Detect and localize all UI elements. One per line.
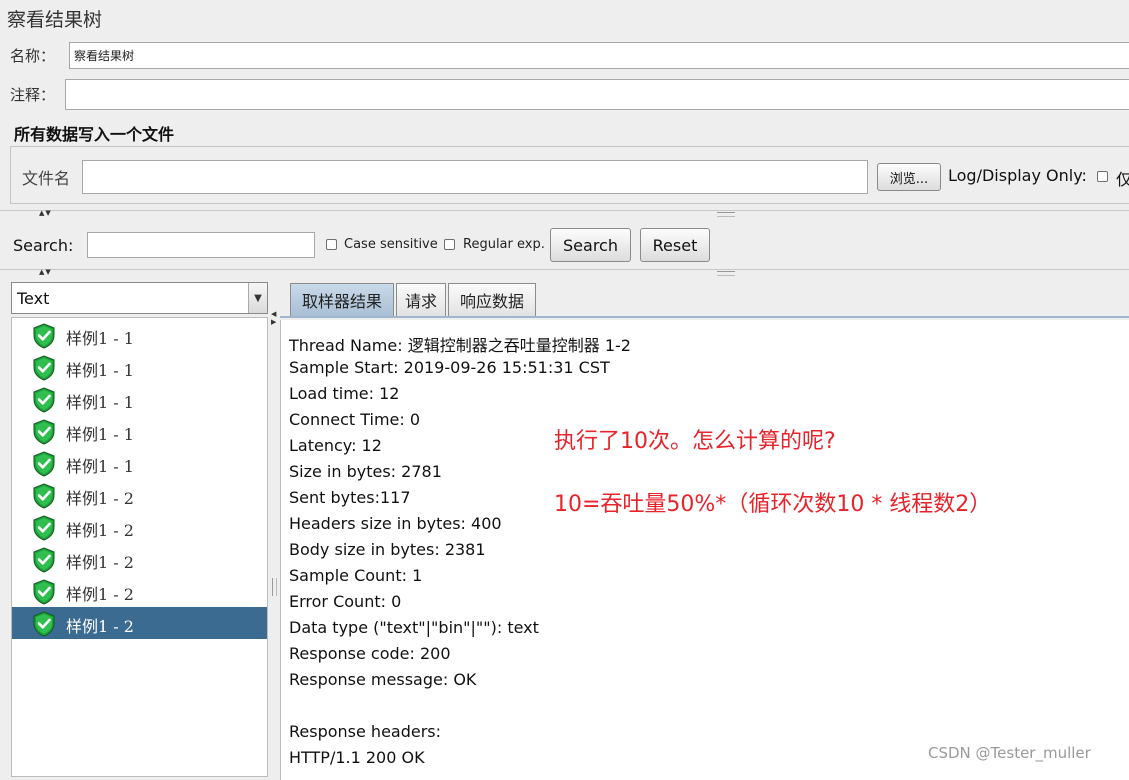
tree-item[interactable]: 样例1 - 1	[12, 415, 267, 447]
thread-name-value: 逻辑控制器之吞吐量控制器	[407, 336, 600, 355]
split-grip-icon-2[interactable]	[717, 271, 735, 276]
tree-item[interactable]: 样例1 - 1	[12, 319, 267, 351]
tree-item[interactable]: 样例1 - 2	[12, 543, 267, 575]
result-line: Response message: OK	[289, 670, 477, 689]
comment-input[interactable]	[65, 79, 1129, 110]
comment-label: 注释：	[10, 86, 56, 104]
only-label: 仅	[1116, 170, 1129, 189]
tree-item-label: 样例1 - 1	[66, 329, 134, 348]
tree-item-label: 样例1 - 2	[66, 585, 134, 604]
result-line: Sent bytes:117	[289, 488, 411, 507]
file-section-title: 所有数据写入一个文件	[14, 125, 175, 144]
result-line: Connect Time: 0	[289, 410, 421, 429]
split-arrows-icon-2[interactable]: ▲▼	[39, 268, 52, 276]
vertical-splitter[interactable]	[268, 300, 278, 780]
result-line: Headers size in bytes: 400	[289, 514, 502, 533]
tab-response-data[interactable]: 响应数据	[448, 283, 536, 316]
watermark: CSDN @Tester_muller	[928, 744, 1091, 762]
success-shield-icon	[33, 579, 55, 605]
split-divider	[0, 210, 1129, 211]
only-checkbox[interactable]	[1097, 171, 1108, 182]
success-shield-icon	[33, 323, 55, 349]
tree-item[interactable]: 样例1 - 1	[12, 383, 267, 415]
renderer-select[interactable]: Text ▼	[11, 282, 268, 314]
tree-item[interactable]: 样例1 - 2	[12, 511, 267, 543]
browse-button[interactable]: 浏览...	[877, 163, 941, 191]
search-label: Search:	[13, 236, 74, 255]
tab-underline	[280, 316, 1129, 318]
tree-item-label: 样例1 - 1	[66, 425, 134, 444]
success-shield-icon	[33, 387, 55, 413]
thread-name-suffix: 1-2	[604, 336, 631, 355]
tree-item-label: 样例1 - 1	[66, 457, 134, 476]
split-arrows-icon[interactable]: ▲▼	[39, 209, 52, 217]
split-divider-2	[0, 269, 1129, 270]
annotation-question: 执行了10次。怎么计算的呢?	[554, 429, 836, 454]
result-line: HTTP/1.1 200 OK	[289, 748, 425, 767]
regex-label: Regular exp.	[463, 237, 545, 252]
name-label: 名称：	[10, 47, 56, 65]
result-line: Sample Start: 2019-09-26 15:51:31 CST	[289, 358, 610, 377]
sampler-result-panel[interactable]: Thread Name: 逻辑控制器之吞吐量控制器 1-2 Sample Sta…	[280, 320, 1129, 780]
tab-sampler-result[interactable]: 取样器结果	[290, 283, 394, 316]
success-shield-icon	[33, 483, 55, 509]
tree-item-label: 样例1 - 1	[66, 393, 134, 412]
success-shield-icon	[33, 355, 55, 381]
result-line-thread-name: Thread Name: 逻辑控制器之吞吐量控制器 1-2	[289, 332, 631, 356]
search-input[interactable]	[87, 232, 315, 258]
annotation-formula: 10=吞吐量50%*（循环次数10 * 线程数2）	[554, 492, 992, 517]
tree-item[interactable]: 样例1 - 1	[12, 351, 267, 383]
renderer-selected-value: Text	[17, 289, 50, 308]
vertical-split-grip-icon[interactable]	[272, 578, 277, 596]
result-line: Response code: 200	[289, 644, 451, 663]
chevron-down-icon[interactable]: ▼	[248, 283, 267, 313]
case-sensitive-checkbox[interactable]	[326, 239, 337, 250]
split-grip-icon[interactable]	[717, 212, 735, 217]
result-line: Load time: 12	[289, 384, 400, 403]
log-display-label: Log/Display Only:	[948, 166, 1087, 185]
file-name-input[interactable]	[82, 160, 868, 194]
case-sensitive-label: Case sensitive	[344, 237, 438, 252]
success-shield-icon	[33, 451, 55, 477]
tree-item[interactable]: 样例1 - 2	[12, 607, 267, 639]
result-line: Latency: 12	[289, 436, 382, 455]
tree-item-label: 样例1 - 2	[66, 521, 134, 540]
name-input-value: 察看结果树	[74, 49, 135, 63]
tree-item[interactable]: 样例1 - 1	[12, 447, 267, 479]
result-line: Data type ("text"|"bin"|""): text	[289, 618, 539, 637]
regex-checkbox[interactable]	[444, 239, 455, 250]
window-title: 察看结果树	[7, 9, 103, 31]
tree-item-label: 样例1 - 2	[66, 489, 134, 508]
success-shield-icon	[33, 515, 55, 541]
vertical-split-arrows-icon[interactable]: ◀ ▶	[271, 310, 277, 326]
result-line: Body size in bytes: 2381	[289, 540, 486, 559]
tree-item[interactable]: 样例1 - 2	[12, 575, 267, 607]
result-line: Response headers:	[289, 722, 442, 741]
result-line: Sample Count: 1	[289, 566, 423, 585]
file-name-label: 文件名	[22, 169, 71, 188]
tree-item-label: 样例1 - 1	[66, 361, 134, 380]
success-shield-icon	[33, 419, 55, 445]
name-input[interactable]: 察看结果树	[69, 42, 1129, 69]
search-button[interactable]: Search	[550, 228, 631, 262]
thread-name-key: Thread Name:	[289, 336, 403, 355]
result-line: Error Count: 0	[289, 592, 402, 611]
tree-item-label: 样例1 - 2	[66, 617, 134, 636]
result-line: Size in bytes: 2781	[289, 462, 442, 481]
success-shield-icon	[33, 547, 55, 573]
tree-item-label: 样例1 - 2	[66, 553, 134, 572]
reset-button[interactable]: Reset	[640, 228, 710, 262]
tab-request[interactable]: 请求	[396, 283, 446, 316]
success-shield-icon	[33, 611, 55, 637]
tree-item[interactable]: 样例1 - 2	[12, 479, 267, 511]
result-tree[interactable]: 样例1 - 1 样例1 - 1 样例1 - 1 样例1 - 1 样例1 - 1 样例1 -…	[11, 317, 268, 777]
